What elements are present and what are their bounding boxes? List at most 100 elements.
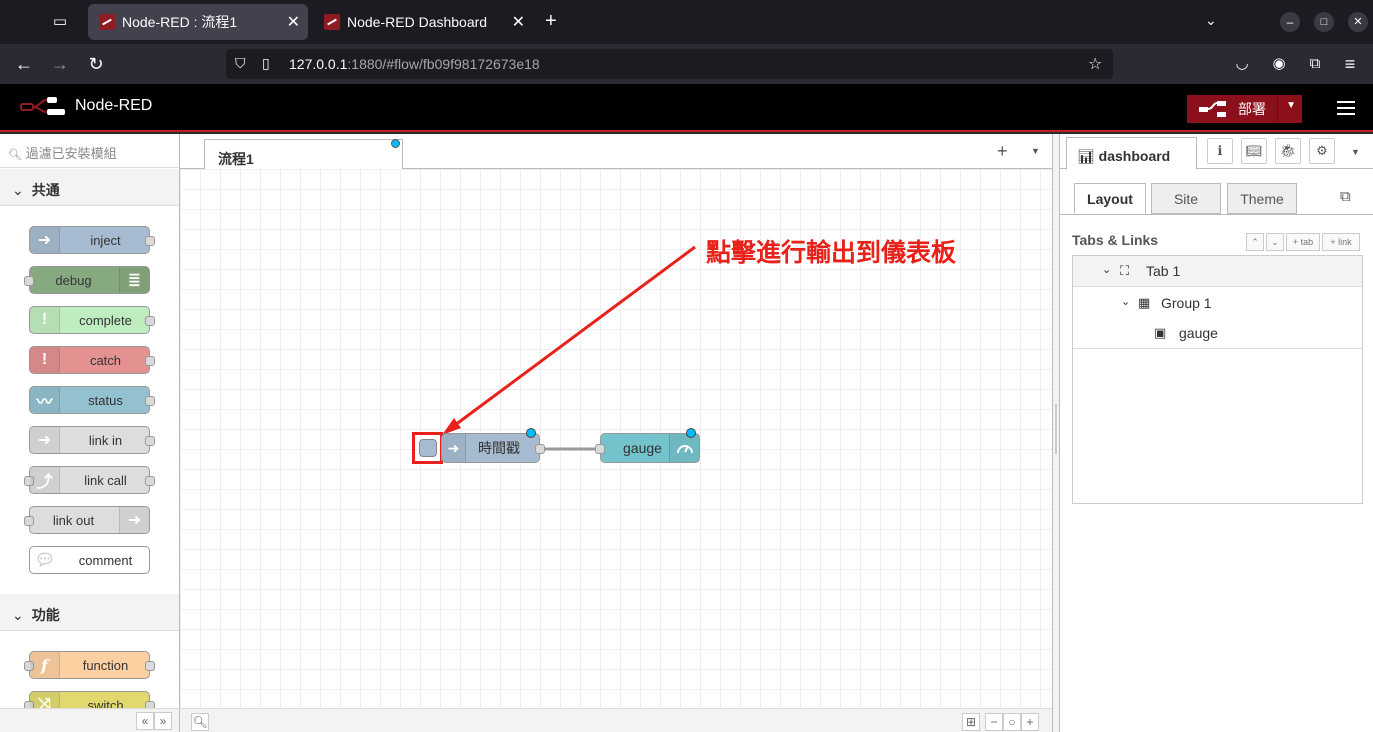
zoom-in-icon[interactable]: + bbox=[1021, 713, 1039, 731]
navigator-map-icon[interactable]: ⊞ bbox=[962, 713, 980, 731]
tree-item-label: Group 1 bbox=[1161, 295, 1212, 311]
bar-chart-icon: 📊︎ bbox=[1077, 148, 1095, 164]
tab-overview-icon[interactable]: ▭ bbox=[50, 12, 70, 32]
palette-node-link-call[interactable]: ⤴ link call bbox=[24, 466, 155, 494]
category-label: 共通 bbox=[31, 182, 60, 198]
collapse-all-icon[interactable]: ⌃ bbox=[1246, 233, 1264, 251]
flow-node-gauge[interactable]: gauge bbox=[595, 428, 700, 463]
annotation-arrow bbox=[446, 245, 696, 433]
inject-trigger-button[interactable] bbox=[419, 439, 437, 457]
palette-node-debug[interactable]: debug ≣ bbox=[24, 266, 150, 294]
forward-icon[interactable]: → bbox=[48, 52, 72, 76]
bookmark-star-icon[interactable]: ☆ bbox=[1088, 54, 1102, 74]
extensions-icon[interactable]: ⧉ bbox=[1303, 52, 1327, 76]
palette-node-status[interactable]: 〰 status bbox=[29, 386, 155, 414]
inject-icon: ➜ bbox=[442, 434, 466, 462]
menu-icon[interactable]: ≡ bbox=[1338, 52, 1362, 76]
zoom-reset-icon[interactable]: ○ bbox=[1003, 713, 1021, 731]
settings-gear-icon[interactable]: ⚙ bbox=[1309, 138, 1335, 164]
browser-tab-title: Node-RED Dashboard bbox=[347, 14, 488, 30]
palette-node-comment[interactable]: 💬︎ comment bbox=[29, 546, 150, 574]
minimize-icon[interactable]: – bbox=[1280, 12, 1300, 32]
changed-indicator bbox=[391, 139, 400, 148]
palette-node-complete[interactable]: ! complete bbox=[29, 306, 155, 334]
page-icon[interactable]: ▯ bbox=[262, 55, 270, 72]
palette-search-placeholder: 過濾已安裝模組 bbox=[25, 146, 117, 161]
layout-tree: ⌄ ⛶ Tab 1 ⌄ ▦ Group 1 ▣ gauge bbox=[1072, 255, 1363, 504]
tab-list-chevron-icon[interactable]: ⌄ bbox=[1205, 12, 1217, 29]
table-icon: ▦ bbox=[1138, 295, 1151, 310]
close-window-icon[interactable]: ✕ bbox=[1348, 12, 1368, 32]
function-icon: f bbox=[30, 652, 60, 678]
info-icon[interactable]: ℹ bbox=[1207, 138, 1233, 164]
deploy-dropdown-icon[interactable]: ▼ bbox=[1286, 100, 1296, 111]
input-port[interactable] bbox=[595, 444, 605, 454]
tree-item-group[interactable]: ⌄ ▦ Group 1 bbox=[1073, 288, 1362, 319]
image-icon: ▣ bbox=[1154, 325, 1167, 340]
chevron-down-icon[interactable]: ⌄ bbox=[1121, 295, 1130, 308]
node-red-header: Node-RED bbox=[0, 84, 1373, 132]
sidebar-resize-handle[interactable] bbox=[1052, 134, 1060, 732]
exclamation-icon: ! bbox=[30, 347, 60, 373]
flow-list-dropdown-icon[interactable]: ▼ bbox=[1031, 146, 1040, 156]
node-red-favicon bbox=[324, 14, 340, 30]
collapse-all-icon[interactable]: « bbox=[136, 712, 154, 730]
subtab-theme[interactable]: Theme bbox=[1227, 183, 1297, 214]
exclamation-icon: ! bbox=[30, 307, 60, 333]
tab-dashboard[interactable]: 📊︎ dashboard bbox=[1066, 137, 1197, 170]
maximize-icon[interactable]: □ bbox=[1314, 12, 1334, 32]
palette-node-inject[interactable]: ➜ inject bbox=[29, 226, 155, 254]
debug-list-icon: ≣ bbox=[119, 267, 149, 293]
deploy-button[interactable]: 部署 ▼ bbox=[1187, 95, 1302, 123]
close-tab-icon[interactable]: ✕ bbox=[287, 12, 300, 32]
expand-all-icon[interactable]: ⌄ bbox=[1266, 233, 1284, 251]
new-tab-icon[interactable]: + bbox=[545, 10, 557, 33]
pocket-icon[interactable]: ◡ bbox=[1230, 52, 1254, 76]
debug-bug-icon[interactable]: 🐞︎ bbox=[1275, 138, 1301, 164]
palette-category-function[interactable]: ⌄ 功能 bbox=[0, 594, 179, 631]
workspace-tab-bar: 流程1 + ▼ bbox=[180, 134, 1052, 170]
palette-node-catch[interactable]: ! catch bbox=[29, 346, 155, 374]
palette-node-link-in[interactable]: ➜ link in bbox=[29, 426, 155, 454]
tabs-links-title: Tabs & Links bbox=[1072, 232, 1159, 248]
deploy-icon bbox=[1199, 101, 1226, 117]
changed-indicator bbox=[526, 428, 536, 438]
chevron-down-icon: ⌄ bbox=[12, 182, 24, 198]
reload-icon[interactable]: ↻ bbox=[84, 52, 108, 76]
subtab-layout[interactable]: Layout bbox=[1074, 183, 1146, 214]
browser-tab[interactable]: Node-RED Dashboard ✕ bbox=[313, 4, 533, 40]
main-menu-icon[interactable] bbox=[1337, 101, 1355, 115]
expand-all-icon[interactable]: » bbox=[154, 712, 172, 730]
chevron-down-icon[interactable]: ⌄ bbox=[1102, 263, 1111, 276]
tree-item-widget[interactable]: ▣ gauge bbox=[1073, 318, 1362, 349]
search-icon: 🔍︎ bbox=[8, 149, 22, 161]
shield-icon[interactable]: ⛉ bbox=[235, 55, 246, 72]
add-tab-button[interactable]: + tab bbox=[1286, 233, 1320, 251]
gauge-icon bbox=[669, 434, 699, 462]
palette-category-common[interactable]: ⌄ 共通 bbox=[0, 169, 179, 206]
search-flows-icon[interactable]: 🔍︎ bbox=[191, 713, 209, 731]
browser-tab-title: Node-RED : 流程1 bbox=[122, 14, 238, 30]
tree-item-tab[interactable]: ⌄ ⛶ Tab 1 bbox=[1073, 256, 1362, 287]
palette-node-function[interactable]: f function bbox=[24, 651, 155, 679]
browser-tab-active[interactable]: Node-RED : 流程1 ✕ bbox=[88, 4, 308, 40]
palette-node-link-out[interactable]: link out ➜ bbox=[24, 506, 150, 534]
zoom-out-icon[interactable]: − bbox=[985, 713, 1003, 731]
subtab-site[interactable]: Site bbox=[1151, 183, 1221, 214]
url-bar[interactable]: ⛉ ▯ 127.0.0.1:1880/#flow/fb09f98172673e1… bbox=[226, 49, 1113, 79]
add-link-button[interactable]: + link bbox=[1322, 233, 1360, 251]
node-red-favicon bbox=[99, 14, 115, 30]
output-port[interactable] bbox=[535, 444, 545, 454]
flow-tab-label: 流程1 bbox=[218, 151, 254, 167]
help-book-icon[interactable]: 📖︎ bbox=[1241, 138, 1267, 164]
palette-search-input[interactable]: 🔍︎ 過濾已安裝模組 bbox=[0, 134, 179, 168]
close-tab-icon[interactable]: ✕ bbox=[512, 12, 525, 32]
open-dashboard-external-icon[interactable]: ⧉ bbox=[1340, 188, 1351, 205]
comment-icon: 💬︎ bbox=[34, 552, 56, 569]
account-icon[interactable]: ◉ bbox=[1267, 52, 1291, 76]
sidebar-dropdown-icon[interactable]: ▼ bbox=[1351, 147, 1360, 157]
add-flow-icon[interactable]: + bbox=[997, 141, 1008, 162]
flow-node-inject[interactable]: ➜ 時間戳 bbox=[441, 428, 545, 463]
tab-flow1[interactable]: 流程1 bbox=[204, 139, 403, 170]
back-icon[interactable]: ← bbox=[12, 52, 36, 76]
